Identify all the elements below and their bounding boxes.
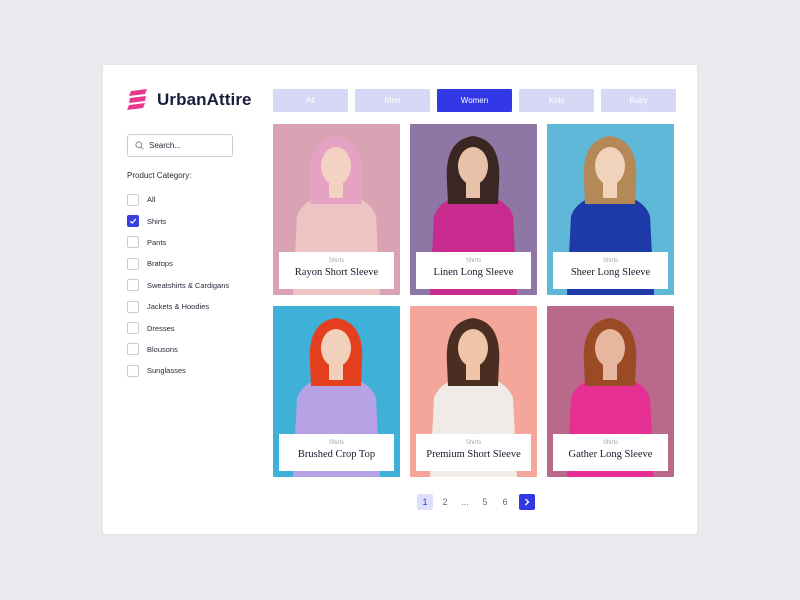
model-face <box>458 329 488 367</box>
check-icon <box>129 218 137 224</box>
checkbox[interactable] <box>127 343 139 356</box>
product-category: Shirts <box>602 440 619 446</box>
product-name: Gather Long Sleeve <box>568 449 653 460</box>
category-item-sunglasses[interactable]: Sunglasses <box>127 360 229 381</box>
product-label: Shirts Rayon Short Sleeve <box>279 252 394 289</box>
product-label: Shirts Brushed Crop Top <box>279 434 394 471</box>
gender-tabs: All Men Women Kids Baby <box>273 89 676 112</box>
product-label: Shirts Gather Long Sleeve <box>553 434 668 471</box>
model-face <box>595 147 625 185</box>
product-label: Shirts Sheer Long Sleeve <box>553 252 668 289</box>
next-page-button[interactable] <box>519 494 535 510</box>
product-name: Premium Short Sleeve <box>426 449 521 460</box>
urbanattire-logo-icon <box>127 89 147 110</box>
category-item-blousons[interactable]: Blousons <box>127 339 229 360</box>
category-list: All Shirts Pants Bratops Sweatshirts & C… <box>127 189 229 382</box>
page-button-2[interactable]: 2 <box>437 494 453 510</box>
chevron-right-icon <box>525 498 530 506</box>
checkbox[interactable] <box>127 364 139 377</box>
category-item-pants[interactable]: Pants <box>127 232 229 253</box>
model-face <box>458 147 488 185</box>
category-label: Jackets & Hoodies <box>147 302 210 312</box>
product-name: Linen Long Sleeve <box>433 267 514 278</box>
category-label: Pants <box>147 237 167 247</box>
category-item-all[interactable]: All <box>127 189 229 210</box>
product-card[interactable]: Shirts Gather Long Sleeve <box>547 306 674 477</box>
category-label: Sweatshirts & Cardigans <box>147 280 230 290</box>
model-face <box>321 147 351 185</box>
category-item-jackets[interactable]: Jackets & Hoodies <box>127 296 229 317</box>
product-label: Shirts Linen Long Sleeve <box>416 252 531 289</box>
category-label: Shirts <box>147 216 167 226</box>
product-name: Sheer Long Sleeve <box>570 267 651 278</box>
page-button-6[interactable]: 6 <box>497 494 513 510</box>
product-category: Shirts <box>328 258 345 264</box>
search-input[interactable] <box>149 141 229 150</box>
page-button-5[interactable]: 5 <box>477 494 493 510</box>
brand[interactable]: UrbanAttire <box>127 89 252 111</box>
page-button-1[interactable]: 1 <box>417 494 433 510</box>
product-card[interactable]: Shirts Brushed Crop Top <box>273 306 400 477</box>
checkbox-checked[interactable] <box>127 215 139 228</box>
product-card[interactable]: Shirts Premium Short Sleeve <box>410 306 537 477</box>
model-face <box>321 329 351 367</box>
pagination: 1 2 ... 5 6 <box>417 494 535 510</box>
product-card[interactable]: Shirts Sheer Long Sleeve <box>547 124 674 295</box>
category-item-shirts[interactable]: Shirts <box>127 210 229 231</box>
category-label: Dresses <box>147 323 175 333</box>
checkbox[interactable] <box>127 300 139 313</box>
product-card[interactable]: Shirts Rayon Short Sleeve <box>273 124 400 295</box>
category-label: All <box>147 195 156 205</box>
tab-kids[interactable]: Kids <box>519 89 594 112</box>
search-icon <box>135 141 144 150</box>
checkbox[interactable] <box>127 257 139 270</box>
tab-all[interactable]: All <box>273 89 348 112</box>
product-category: Shirts <box>465 440 482 446</box>
category-item-sweatshirts[interactable]: Sweatshirts & Cardigans <box>127 275 229 296</box>
category-label: Bratops <box>147 259 173 269</box>
category-item-dresses[interactable]: Dresses <box>127 317 229 338</box>
product-grid: Shirts Rayon Short Sleeve Shirts Linen L… <box>273 124 674 477</box>
model-face <box>595 329 625 367</box>
search-box[interactable] <box>127 134 233 157</box>
checkbox[interactable] <box>127 279 139 292</box>
product-category: Shirts <box>602 258 619 264</box>
shop-panel: UrbanAttire Product Category: All Shirts… <box>103 65 697 534</box>
category-title: Product Category: <box>127 171 192 180</box>
product-category: Shirts <box>328 440 345 446</box>
category-label: Blousons <box>147 344 178 354</box>
tab-men[interactable]: Men <box>355 89 430 112</box>
page-ellipsis: ... <box>461 497 469 507</box>
tab-women[interactable]: Women <box>437 89 512 112</box>
tab-baby[interactable]: Baby <box>601 89 676 112</box>
checkbox[interactable] <box>127 236 139 249</box>
product-name: Rayon Short Sleeve <box>294 267 379 278</box>
checkbox[interactable] <box>127 322 139 335</box>
product-label: Shirts Premium Short Sleeve <box>416 434 531 471</box>
product-name: Brushed Crop Top <box>297 449 376 460</box>
product-category: Shirts <box>465 258 482 264</box>
category-label: Sunglasses <box>147 366 186 376</box>
checkbox[interactable] <box>127 193 139 206</box>
brand-name: UrbanAttire <box>157 90 252 109</box>
category-item-bratops[interactable]: Bratops <box>127 253 229 274</box>
product-card[interactable]: Shirts Linen Long Sleeve <box>410 124 537 295</box>
